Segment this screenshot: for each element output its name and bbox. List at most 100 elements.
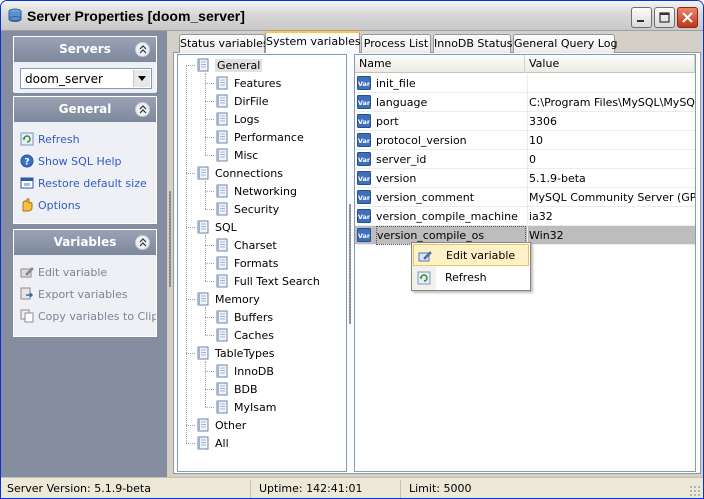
table-row[interactable]: Var version_comment MySQL Community Server…	[355, 188, 695, 207]
book-icon	[216, 310, 228, 324]
book-icon	[216, 148, 228, 162]
tree-node[interactable]: MyIsam	[215, 398, 276, 416]
svg-text:Var: Var	[358, 137, 371, 145]
servers-group-header[interactable]: Servers	[14, 37, 156, 62]
tree-node[interactable]: Misc	[215, 146, 258, 164]
table-row[interactable]: Var server_id 0	[355, 150, 695, 169]
copy-icon	[20, 309, 34, 323]
tab-system-variables[interactable]: System variables	[265, 31, 361, 53]
tree-node-label: Networking	[234, 184, 297, 198]
context-menu-refresh[interactable]: Refresh	[413, 267, 529, 289]
variable-value-cell: Win32	[527, 226, 695, 245]
tree-node[interactable]: Performance	[215, 128, 304, 146]
table-row[interactable]: Var init_file	[355, 74, 695, 93]
tree-node[interactable]: Formats	[215, 254, 279, 272]
tab-innodb-status[interactable]: InnoDB Status	[433, 34, 513, 53]
tab-label: InnoDB Status	[434, 37, 513, 50]
limit-status: Limit: 5000	[409, 482, 472, 495]
server-select[interactable]: doom_server	[20, 68, 152, 89]
maximize-button[interactable]	[654, 7, 675, 28]
export-variables-label: Export variables	[38, 287, 128, 301]
server-version-status: Server Version: 5.1.9-beta	[3, 480, 251, 498]
book-icon	[197, 436, 209, 450]
table-row[interactable]: Var port 3306	[355, 112, 695, 131]
column-header-name[interactable]: Name	[355, 55, 525, 73]
tree-node[interactable]: DirFile	[215, 92, 268, 110]
tree-node[interactable]: Connections	[196, 164, 283, 182]
window-title: Server Properties [doom_server]	[27, 8, 245, 24]
tree-node-label: Full Text Search	[234, 274, 320, 288]
book-icon	[216, 400, 228, 414]
tree-node-label: Misc	[234, 148, 259, 162]
tree-node[interactable]: SQL	[196, 218, 237, 236]
table-row[interactable]: Var version 5.1.9-beta	[355, 169, 695, 188]
show-sql-help-link[interactable]: ? Show SQL Help	[20, 152, 156, 170]
restore-size-icon	[20, 177, 34, 189]
collapse-icon[interactable]	[135, 235, 150, 250]
server-properties-window: Server Properties [doom_server] Servers …	[0, 0, 704, 499]
servers-group-title: Servers	[59, 42, 111, 56]
tree-node[interactable]: Charset	[215, 236, 277, 254]
tree-node[interactable]: BDB	[215, 380, 258, 398]
table-row[interactable]: Var language C:\Program Files\MySQL\MySQL …	[355, 93, 695, 112]
variables-group-header[interactable]: Variables	[14, 230, 156, 255]
tab-general-query-log[interactable]: General Query Log	[513, 34, 618, 53]
variable-value-cell: 0	[527, 150, 695, 169]
tree-node[interactable]: Networking	[215, 182, 297, 200]
variable-icon: Var	[357, 95, 371, 109]
resize-grip-icon[interactable]	[689, 485, 701, 497]
title-bar[interactable]: Server Properties [doom_server]	[1, 1, 703, 31]
tree-node[interactable]: General	[196, 56, 263, 74]
tree-node-label: DirFile	[234, 94, 269, 108]
refresh-link[interactable]: Refresh	[20, 130, 156, 148]
tree-splitter[interactable]	[347, 54, 353, 472]
copy-variables-link[interactable]: Copy variables to Clip...	[20, 307, 156, 325]
tree-node-label: InnoDB	[234, 364, 274, 378]
general-group-header[interactable]: General	[14, 97, 156, 122]
options-link[interactable]: Options	[20, 196, 156, 214]
tree-node[interactable]: Logs	[215, 110, 259, 128]
edit-variable-link[interactable]: Edit variable	[20, 263, 156, 281]
tree-node[interactable]: Buffers	[215, 308, 273, 326]
tree-node[interactable]: Memory	[196, 290, 260, 308]
book-icon	[216, 238, 228, 252]
svg-text:Var: Var	[358, 194, 371, 202]
table-row[interactable]: Var version_compile_machine ia32	[355, 207, 695, 226]
tree-node-label: Other	[215, 418, 247, 432]
book-icon	[216, 94, 228, 108]
column-header-value[interactable]: Value	[525, 55, 695, 73]
tree-node[interactable]: TableTypes	[196, 344, 274, 362]
book-icon	[216, 274, 228, 288]
server-select-value: doom_server	[25, 72, 103, 86]
variable-category-tree[interactable]: General Features DirFile Logs Performance Mis…	[177, 54, 347, 472]
collapse-icon[interactable]	[135, 102, 150, 117]
table-row[interactable]: Var protocol_version 10	[355, 131, 695, 150]
tab-process-list[interactable]: Process List	[361, 34, 431, 53]
chevron-down-icon[interactable]	[133, 70, 150, 87]
tree-node[interactable]: Features	[215, 74, 281, 92]
database-server-icon	[8, 8, 22, 22]
minimize-button[interactable]	[631, 7, 652, 28]
context-menu-edit-variable[interactable]: Edit variable	[413, 244, 529, 266]
tree-node-label: Performance	[234, 130, 304, 144]
tree-node[interactable]: InnoDB	[215, 362, 274, 380]
close-button[interactable]	[677, 7, 698, 28]
tree-node[interactable]: Caches	[215, 326, 274, 344]
restore-default-size-link[interactable]: Restore default size	[20, 174, 156, 192]
book-icon	[197, 58, 209, 72]
restore-default-size-label: Restore default size	[38, 176, 147, 190]
tab-status-variables[interactable]: Status variables	[179, 34, 269, 53]
context-menu: Edit variable Refresh	[411, 242, 531, 291]
refresh-label: Refresh	[38, 132, 80, 146]
book-icon	[216, 364, 228, 378]
tab-label: General Query Log	[514, 37, 618, 50]
tree-node[interactable]: All	[196, 434, 229, 452]
tree-node[interactable]: Other	[196, 416, 246, 434]
variable-icon: Var	[357, 76, 371, 90]
export-variables-link[interactable]: Export variables	[20, 285, 156, 303]
collapse-icon[interactable]	[135, 42, 150, 57]
variables-group: Variables Edit variable Export variables…	[13, 229, 157, 337]
tree-node-label: SQL	[215, 220, 237, 234]
tree-node[interactable]: Security	[215, 200, 279, 218]
tree-node[interactable]: Full Text Search	[215, 272, 320, 290]
